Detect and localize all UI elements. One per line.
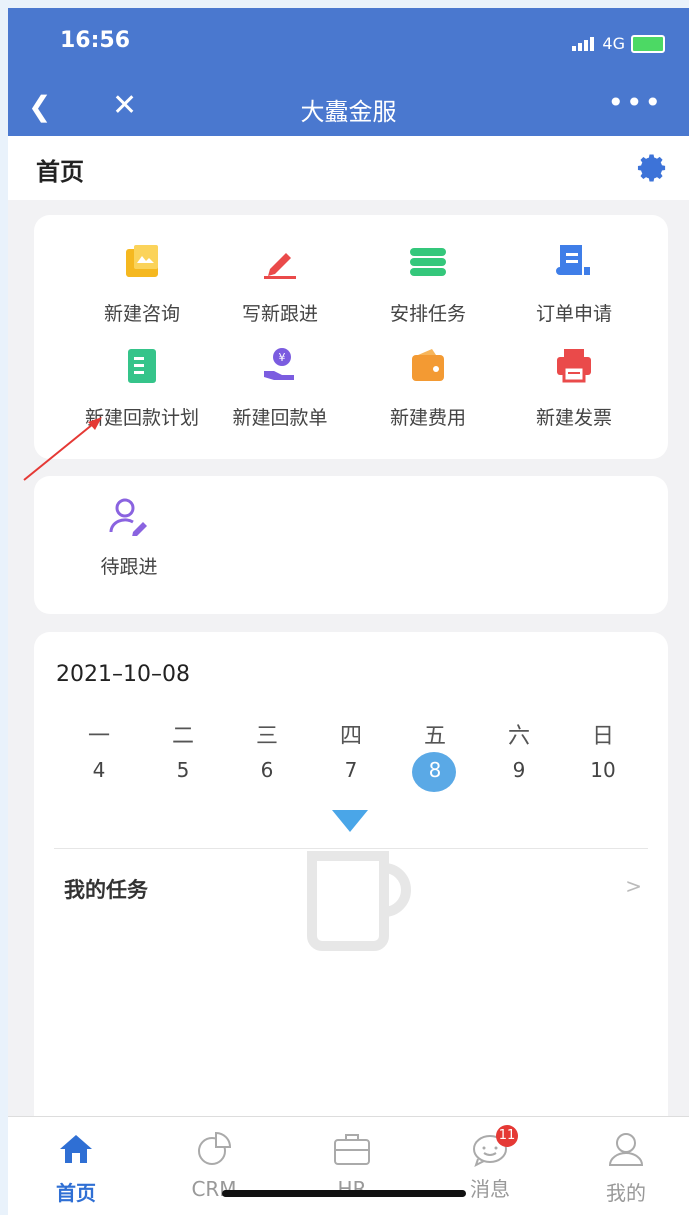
annotation-arrow bbox=[23, 417, 102, 481]
home-indicator bbox=[222, 1190, 466, 1197]
